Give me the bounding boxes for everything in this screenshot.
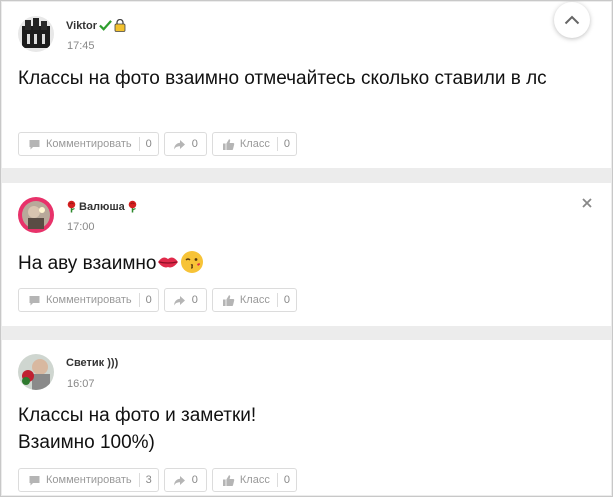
comment-count: 3 (138, 473, 158, 487)
comment-bubble-icon (29, 475, 40, 485)
post-text-line: Взаимно 100%) (18, 432, 155, 453)
author-name[interactable]: Валюша (66, 200, 138, 213)
comment-label: Комментировать (46, 138, 132, 150)
post-text: Классы на фото взаимно отмечайтесь сколь… (18, 68, 547, 89)
comment-label: Комментировать (46, 474, 132, 486)
post-actions: Комментировать 0 0 Класс 0 (18, 288, 297, 312)
share-arrow-icon (173, 475, 185, 485)
author-name[interactable]: Viktor (66, 19, 126, 32)
share-count: 0 (191, 294, 198, 306)
kissing-face-icon (181, 251, 204, 273)
comment-button[interactable]: Комментировать 0 (18, 288, 159, 312)
close-icon[interactable] (580, 196, 594, 210)
post-actions: Комментировать 3 0 Класс 0 (18, 468, 297, 492)
post-time: 17:00 (67, 221, 95, 233)
share-button[interactable]: 0 (163, 468, 207, 492)
comment-count: 0 (138, 293, 158, 307)
lock-icon (114, 19, 126, 32)
comment-count: 0 (138, 137, 158, 151)
like-button[interactable]: Класс 0 (211, 468, 297, 492)
author-name-label: Viktor (66, 19, 97, 32)
rose-icon (67, 200, 76, 213)
like-label: Класс (239, 294, 270, 306)
share-count: 0 (191, 474, 198, 486)
like-count: 0 (276, 137, 296, 151)
scroll-to-top-button[interactable] (554, 2, 590, 38)
feed-post: Viktor 17:45 Классы на фото взаимно отме… (2, 2, 611, 168)
thumbs-up-icon (222, 294, 235, 306)
rose-icon (128, 200, 137, 213)
post-text-line: Классы на фото и заметки! (18, 405, 257, 426)
like-label: Класс (239, 138, 270, 150)
like-count: 0 (276, 473, 296, 487)
post-text: Классы на фото и заметки! Взаимно 100%) (18, 402, 588, 456)
comment-label: Комментировать (46, 294, 132, 306)
avatar[interactable] (18, 16, 54, 52)
like-count: 0 (276, 293, 296, 307)
share-button[interactable]: 0 (163, 288, 207, 312)
post-time: 16:07 (67, 378, 95, 390)
like-button[interactable]: Класс 0 (211, 132, 297, 156)
comment-bubble-icon (29, 139, 40, 149)
post-actions: Комментировать 0 0 Класс 0 (18, 132, 297, 156)
feed-post: Светик ))) 16:07 Классы на фото и заметк… (2, 340, 611, 495)
chevron-up-icon (564, 15, 580, 25)
avatar[interactable] (18, 197, 54, 233)
post-time: 17:45 (67, 40, 95, 52)
like-button[interactable]: Класс 0 (211, 288, 297, 312)
thumbs-up-icon (222, 474, 235, 486)
like-label: Класс (239, 474, 270, 486)
feed-post: Валюша 17:00 На аву взаимно Комментирова… (2, 183, 611, 326)
post-text: На аву взаимно (18, 250, 588, 277)
post-text-content: На аву взаимно (18, 253, 157, 274)
checkmark-icon (99, 20, 112, 31)
share-button[interactable]: 0 (163, 132, 207, 156)
share-arrow-icon (173, 139, 185, 149)
comment-button[interactable]: Комментировать 0 (18, 132, 159, 156)
author-name-label: Валюша (79, 200, 125, 213)
author-name-label: Светик ))) (66, 357, 119, 369)
share-count: 0 (191, 138, 198, 150)
author-name[interactable]: Светик ))) (66, 357, 118, 369)
avatar[interactable] (18, 354, 54, 390)
comment-button[interactable]: Комментировать 3 (18, 468, 159, 492)
kiss-lips-icon (158, 257, 179, 268)
share-arrow-icon (173, 295, 185, 305)
thumbs-up-icon (222, 138, 235, 150)
comment-bubble-icon (29, 295, 40, 305)
